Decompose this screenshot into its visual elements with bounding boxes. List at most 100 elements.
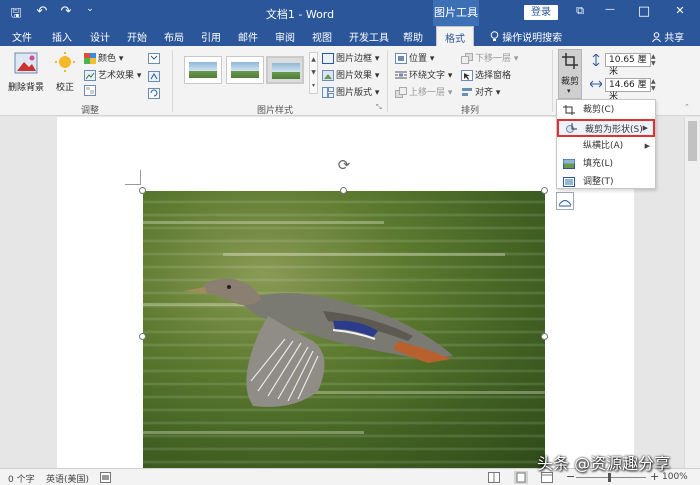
align-icon bbox=[462, 88, 472, 96]
undo-icon[interactable]: ↶ bbox=[32, 4, 52, 19]
style-thumbnail-selected[interactable] bbox=[266, 56, 304, 84]
menu-item-label: 调整(T) bbox=[583, 177, 614, 187]
picture-effects-label: 图片效果 ▾ bbox=[336, 71, 380, 81]
remove-background-button[interactable]: 删除背景 bbox=[5, 51, 47, 93]
rotate-handle-icon[interactable]: ⟳ bbox=[336, 157, 352, 173]
layout-options-button[interactable] bbox=[556, 192, 574, 210]
lightbulb-icon bbox=[490, 31, 499, 41]
tab-developer[interactable]: 开发工具 bbox=[349, 29, 389, 44]
collapse-ribbon-icon[interactable]: ⌃ bbox=[684, 103, 690, 111]
menu-item-crop-to-shape[interactable]: 裁剪为形状(S) ▶ bbox=[557, 119, 655, 137]
crop-icon bbox=[563, 105, 575, 115]
arrange-group-label: 排列 bbox=[460, 106, 479, 116]
corrections-label: 校正 bbox=[55, 83, 74, 93]
language-indicator[interactable]: 英语(美国) bbox=[46, 472, 89, 485]
flying-duck bbox=[183, 278, 453, 407]
crop-button[interactable]: 裁剪 ▾ bbox=[558, 49, 582, 99]
vertical-scrollbar[interactable] bbox=[684, 117, 700, 468]
picture-tools-context-label: 图片工具 bbox=[433, 0, 479, 26]
height-spinner[interactable]: ▲ ▼ bbox=[651, 53, 659, 67]
height-field[interactable]: 10.65 厘米 bbox=[605, 53, 651, 77]
compress-pictures-icon[interactable] bbox=[148, 53, 160, 64]
tab-references[interactable]: 引用 bbox=[201, 29, 221, 44]
gallery-scroll[interactable]: ▲ ▼ ▾ bbox=[309, 52, 318, 94]
styles-dialog-launcher-icon[interactable]: ⤡ bbox=[376, 103, 382, 112]
selection-pane-icon bbox=[461, 70, 473, 81]
menu-item-fill[interactable]: 填充(L) bbox=[557, 155, 655, 173]
position-button[interactable]: 位置 ▾ bbox=[395, 51, 434, 64]
resize-handle[interactable] bbox=[541, 333, 548, 340]
corrections-button[interactable]: 校正 bbox=[51, 51, 79, 93]
transparency-icon[interactable] bbox=[84, 85, 96, 96]
menu-item-aspect-ratio[interactable]: 纵横比(A) ▶ bbox=[557, 137, 655, 155]
restore-button[interactable]: □ bbox=[632, 4, 656, 19]
send-backward-button[interactable]: 下移一层 ▾ bbox=[461, 51, 518, 64]
crop-label: 裁剪 bbox=[561, 77, 580, 87]
watermark-text: 头条 @资源趣分享 bbox=[537, 454, 671, 473]
tab-help[interactable]: 帮助 bbox=[403, 29, 423, 44]
save-icon[interactable]: 🖫 bbox=[6, 4, 26, 26]
width-field[interactable]: 14.66 厘米 bbox=[605, 78, 651, 102]
tab-layout[interactable]: 布局 bbox=[164, 29, 184, 44]
picture-effects-button[interactable]: 图片效果 ▾ bbox=[322, 68, 379, 81]
width-icon bbox=[590, 80, 602, 88]
wrap-text-button[interactable]: 环绕文字 ▾ bbox=[395, 68, 452, 81]
tab-mailings[interactable]: 邮件 bbox=[238, 29, 258, 44]
ribbon-display-options-icon[interactable]: ⧉ bbox=[568, 4, 592, 18]
artistic-effects-icon bbox=[84, 70, 96, 81]
color-button[interactable]: 颜色 ▾ bbox=[84, 51, 123, 64]
align-label: 对齐 ▾ bbox=[475, 88, 501, 98]
crop-shape-icon bbox=[566, 123, 577, 133]
picture-layout-button[interactable]: 图片版式 ▾ bbox=[322, 85, 379, 98]
menu-item-crop[interactable]: 裁剪(C) bbox=[557, 101, 655, 119]
tab-home[interactable]: 开始 bbox=[127, 29, 147, 44]
zoom-slider-thumb[interactable] bbox=[608, 473, 611, 482]
align-button[interactable]: 对齐 ▾ bbox=[461, 85, 500, 98]
resize-handle[interactable] bbox=[541, 187, 548, 194]
picture-effects-icon bbox=[322, 70, 334, 81]
tell-me-search[interactable]: 操作说明搜索 bbox=[490, 29, 562, 44]
menu-item-fit[interactable]: 调整(T) bbox=[557, 173, 655, 191]
selection-pane-button[interactable]: 选择窗格 bbox=[461, 68, 511, 81]
login-button[interactable]: 登录 bbox=[524, 5, 558, 20]
print-layout-icon[interactable] bbox=[514, 471, 528, 484]
word-count[interactable]: 0 个字 bbox=[8, 472, 35, 485]
tab-review[interactable]: 审阅 bbox=[275, 29, 295, 44]
person-icon bbox=[652, 32, 661, 43]
resize-handle[interactable] bbox=[139, 333, 146, 340]
redo-icon[interactable]: ↷ bbox=[56, 4, 76, 19]
style-thumbnail[interactable] bbox=[184, 56, 222, 84]
artistic-effects-label: 艺术效果 ▾ bbox=[98, 71, 142, 81]
tab-view[interactable]: 视图 bbox=[312, 29, 332, 44]
group-divider bbox=[387, 50, 388, 112]
bring-forward-button[interactable]: 上移一层 ▾ bbox=[395, 85, 452, 98]
zoom-slider[interactable] bbox=[576, 477, 646, 478]
resize-handle[interactable] bbox=[139, 187, 146, 194]
wrap-text-icon bbox=[395, 71, 407, 79]
picture-layout-icon bbox=[322, 87, 334, 98]
tab-design[interactable]: 设计 bbox=[90, 29, 110, 44]
tab-file[interactable]: 文件 bbox=[12, 29, 32, 44]
macro-record-icon[interactable] bbox=[100, 472, 111, 483]
layout-options-icon bbox=[558, 200, 572, 207]
close-button[interactable]: ✕ bbox=[668, 4, 692, 17]
share-button[interactable]: 共享 bbox=[652, 29, 684, 44]
menu-item-label: 裁剪为形状(S) bbox=[585, 125, 643, 135]
resize-handle[interactable] bbox=[340, 187, 347, 194]
picture-layout-label: 图片版式 ▾ bbox=[336, 88, 380, 98]
tab-insert[interactable]: 插入 bbox=[52, 29, 72, 44]
style-thumbnail[interactable] bbox=[226, 56, 264, 84]
tab-format[interactable]: 格式 bbox=[436, 26, 474, 46]
scrollbar-thumb[interactable] bbox=[688, 121, 697, 161]
picture-border-label: 图片边框 ▾ bbox=[336, 54, 380, 64]
customize-qat-icon[interactable]: ⌄ bbox=[80, 4, 100, 14]
artistic-effects-button[interactable]: 艺术效果 ▾ bbox=[84, 68, 141, 81]
duck-photo[interactable] bbox=[143, 191, 545, 468]
send-backward-label: 下移一层 ▾ bbox=[475, 54, 519, 64]
width-spinner[interactable]: ▲ ▼ bbox=[651, 78, 659, 92]
minimize-button[interactable]: — bbox=[598, 4, 622, 15]
picture-border-button[interactable]: 图片边框 ▾ bbox=[322, 51, 379, 64]
change-picture-icon[interactable] bbox=[148, 71, 160, 82]
reset-picture-icon[interactable] bbox=[148, 88, 160, 99]
read-mode-icon[interactable] bbox=[488, 472, 500, 483]
